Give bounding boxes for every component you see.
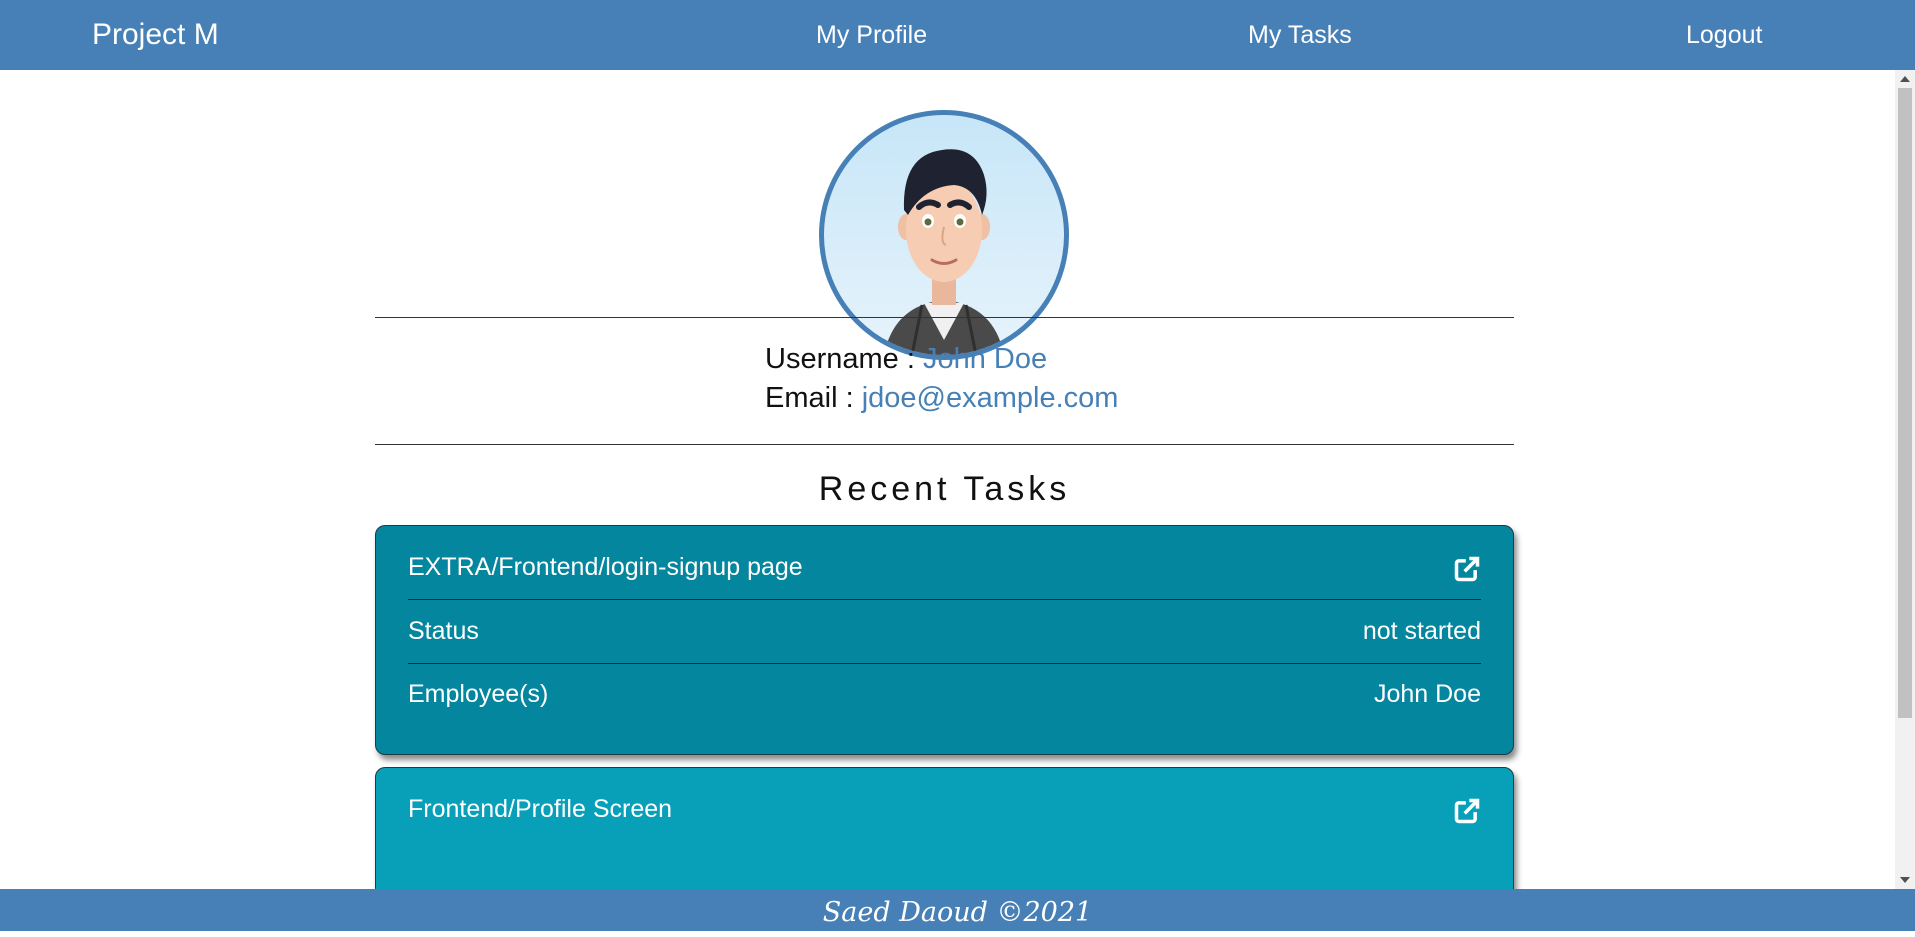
email-line: Email : jdoe@example.com xyxy=(765,379,1118,418)
email-label: Email : xyxy=(765,382,862,414)
status-label: Status xyxy=(408,617,479,645)
footer: Saed Daoud ©2021 xyxy=(0,889,1915,931)
vertical-scrollbar[interactable] xyxy=(1895,70,1915,889)
navbar: Project M My Profile My Tasks Logout xyxy=(0,0,1915,70)
external-link-icon[interactable] xyxy=(1453,797,1481,825)
status-value: not started xyxy=(1362,617,1481,645)
task-name: EXTRA/Frontend/login-signup page xyxy=(408,553,803,581)
username-line: Username : John Doe xyxy=(765,340,1118,379)
avatar-illustration xyxy=(884,149,1004,355)
username-label: Username : xyxy=(765,343,923,375)
task-card[interactable]: EXTRA/Frontend/login-signup page Status … xyxy=(375,525,1514,755)
nav-logout[interactable]: Logout xyxy=(1686,0,1762,70)
avatar xyxy=(819,110,1069,360)
scroll-down-arrow-icon[interactable] xyxy=(1900,877,1910,883)
divider-bottom xyxy=(375,444,1514,445)
profile-info: Username : John Doe Email : jdoe@example… xyxy=(765,340,1118,418)
task-title-row: Frontend/Profile Screen xyxy=(408,778,1481,841)
nav-my-profile[interactable]: My Profile xyxy=(816,0,927,70)
main-content: Username : John Doe Email : jdoe@example… xyxy=(0,70,1895,889)
email-value: jdoe@example.com xyxy=(861,382,1119,414)
employees-label: Employee(s) xyxy=(408,680,549,708)
task-status-row: Status not started xyxy=(408,600,1481,664)
divider-top xyxy=(375,317,1514,318)
footer-text: Saed Daoud ©2021 xyxy=(822,897,1093,928)
employees-value: John Doe xyxy=(1373,680,1481,708)
scroll-up-arrow-icon[interactable] xyxy=(1900,76,1910,82)
task-title-row: EXTRA/Frontend/login-signup page xyxy=(408,536,1481,600)
nav-my-tasks[interactable]: My Tasks xyxy=(1248,0,1352,70)
recent-tasks-title: Recent Tasks xyxy=(818,470,1071,508)
task-name: Frontend/Profile Screen xyxy=(408,795,673,823)
external-link-icon[interactable] xyxy=(1453,555,1481,583)
task-employees-row: Employee(s) John Doe xyxy=(408,663,1481,726)
brand-logo[interactable]: Project M xyxy=(92,0,219,70)
username-value: John Doe xyxy=(922,343,1048,375)
scrollbar-thumb[interactable] xyxy=(1898,88,1912,718)
task-card[interactable]: Frontend/Profile Screen xyxy=(375,767,1514,889)
